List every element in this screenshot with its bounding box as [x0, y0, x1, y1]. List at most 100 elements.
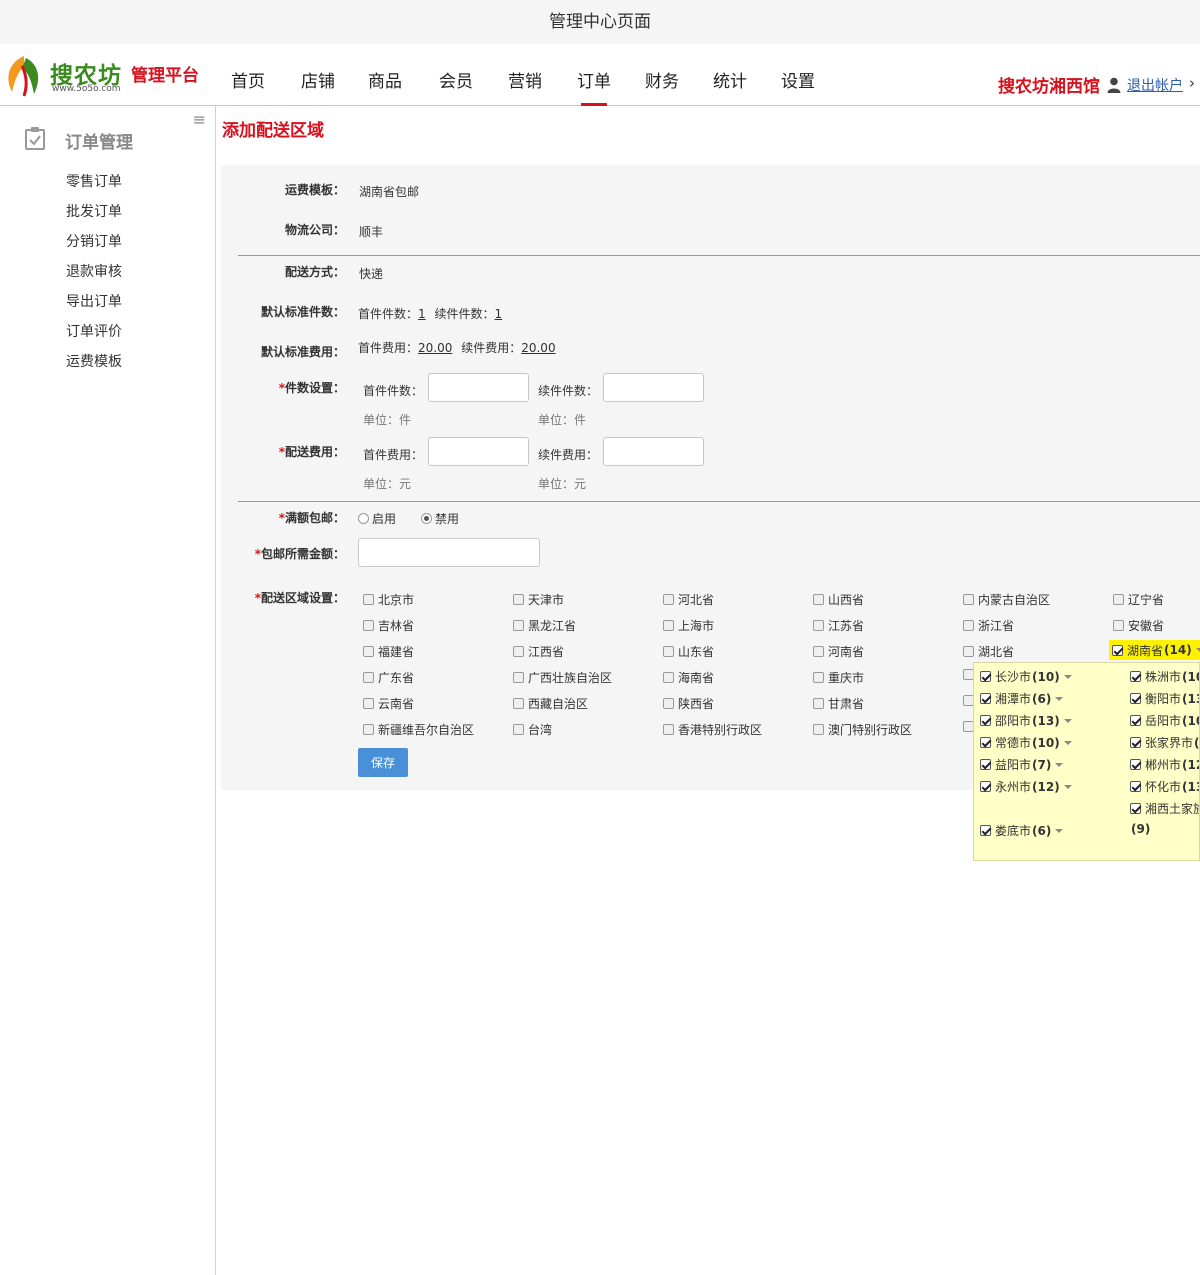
region-count: (14)	[1164, 643, 1192, 657]
region-checkbox[interactable]: 常德市 (10)	[980, 734, 1072, 751]
caret-down-icon[interactable]	[1063, 718, 1072, 723]
region-checkbox[interactable]: 山东省	[663, 643, 714, 660]
region-checkbox[interactable]: 香港特别行政区	[663, 721, 762, 738]
region-checkbox[interactable]: 澳门特别行政区	[813, 721, 912, 738]
region-checkbox[interactable]: 湖南省 (14)	[1109, 640, 1200, 660]
region-checkbox[interactable]: 云南省	[363, 695, 414, 712]
region-checkbox[interactable]: 北京市	[363, 591, 414, 608]
first-fee-input[interactable]	[428, 437, 529, 466]
caret-down-icon[interactable]	[1055, 762, 1064, 767]
nav-finance[interactable]: 财务	[628, 44, 696, 106]
region-checkbox[interactable]: 株洲市(10	[1130, 668, 1199, 685]
region-checkbox[interactable]: 岳阳市(10	[1130, 712, 1199, 729]
region-checkbox[interactable]: 陕西省	[663, 695, 714, 712]
nav-marketing[interactable]: 营销	[490, 44, 560, 106]
free-amount-label: *包邮所需金额：	[205, 545, 345, 562]
region-checkbox[interactable]: 湘西土家族	[1130, 800, 1199, 817]
region-checkbox[interactable]: 邵阳市 (13)	[980, 712, 1072, 729]
region-checkbox[interactable]: 湖北省	[963, 643, 1014, 660]
extra-count-unit: 单位：件	[538, 413, 587, 427]
caret-down-icon[interactable]	[1055, 696, 1064, 701]
nav-store[interactable]: 店铺	[283, 44, 353, 106]
region-checkbox-label: 辽宁省	[1128, 593, 1165, 607]
checkbox-icon	[363, 672, 374, 683]
brand-logo[interactable]: 搜农坊 www.5o5o.com	[2, 52, 127, 98]
region-checkbox[interactable]: 浙江省	[963, 617, 1014, 634]
region-checkbox[interactable]: 吉林省	[363, 617, 414, 634]
extra-count-input[interactable]	[603, 373, 704, 402]
region-checkbox[interactable]: 河南省	[813, 643, 864, 660]
nav-statistics[interactable]: 统计	[696, 44, 764, 106]
region-checkbox[interactable]: 台湾	[513, 721, 552, 738]
region-checkbox[interactable]: 安徽省	[1113, 617, 1164, 634]
save-button[interactable]: 保存	[358, 748, 408, 777]
region-checkbox[interactable]: 甘肃省	[813, 695, 864, 712]
nav-members[interactable]: 会员	[421, 44, 490, 106]
region-checkbox[interactable]: 辽宁省	[1113, 591, 1164, 608]
menu-toggle-icon[interactable]: ≡	[193, 110, 206, 129]
checkbox-checked-icon	[1130, 803, 1141, 814]
region-checkbox[interactable]: 永州市 (12)	[980, 778, 1072, 795]
region-checkbox[interactable]: 福建省	[363, 643, 414, 660]
checkbox-checked-icon	[980, 737, 991, 748]
region-checkbox[interactable]: 西藏自治区	[513, 695, 588, 712]
region-checkbox[interactable]: 娄底市 (6)	[980, 822, 1064, 839]
region-checkbox[interactable]: 衡阳市(13	[1130, 690, 1199, 707]
checkbox-icon	[363, 646, 374, 657]
caret-down-icon[interactable]	[1055, 828, 1064, 833]
free-amount-input[interactable]	[358, 538, 540, 567]
region-checkbox-label: 江西省	[528, 645, 565, 659]
nav-orders[interactable]: 订单	[560, 44, 628, 106]
checkbox-icon	[813, 594, 824, 605]
region-checkbox[interactable]: 广西壮族自治区	[513, 669, 612, 686]
radio-disable[interactable]: 禁用	[421, 510, 459, 527]
region-checkbox[interactable]: 益阳市 (7)	[980, 756, 1064, 773]
sidebar-item-shipping-templates[interactable]: 运费模板	[66, 351, 122, 371]
region-checkbox[interactable]: 海南省	[663, 669, 714, 686]
region-checkbox-label: 湖北省	[978, 645, 1015, 659]
region-checkbox[interactable]: 郴州市(12	[1130, 756, 1199, 773]
region-checkbox[interactable]: 上海市	[663, 617, 714, 634]
caret-down-icon[interactable]	[1063, 740, 1072, 745]
region-checkbox[interactable]: 广东省	[363, 669, 414, 686]
radio-enable[interactable]: 启用	[358, 510, 396, 527]
logout-link[interactable]: 退出帐户	[1127, 75, 1183, 95]
region-count: (10)	[1032, 735, 1060, 750]
sidebar-item-wholesale-orders[interactable]: 批发订单	[66, 201, 122, 221]
nav-home[interactable]: 首页	[213, 44, 283, 106]
default-fee-label: 默认标准费用：	[260, 345, 345, 359]
first-count-input[interactable]	[428, 373, 529, 402]
clipboard-check-icon	[25, 127, 45, 150]
region-checkbox[interactable]: 天津市	[513, 591, 564, 608]
region-checkbox[interactable]: 新疆维吾尔自治区	[363, 721, 474, 738]
extra-fee-input[interactable]	[603, 437, 704, 466]
sidebar-item-order-reviews[interactable]: 订单评价	[66, 321, 122, 341]
sidebar-item-distribution-orders[interactable]: 分销订单	[66, 231, 122, 251]
region-checkbox[interactable]: 江西省	[513, 643, 564, 660]
count-setting-text: 件数设置：	[284, 381, 345, 395]
checkbox-icon	[513, 672, 524, 683]
sidebar-item-export-orders[interactable]: 导出订单	[66, 291, 122, 311]
region-checkbox[interactable]: 张家界市(5	[1130, 734, 1199, 751]
region-checkbox[interactable]: 怀化市(13	[1130, 778, 1199, 795]
method-value: 快递	[359, 267, 384, 281]
nav-settings[interactable]: 设置	[764, 44, 832, 106]
sidebar-item-refund-review[interactable]: 退款审核	[66, 261, 122, 281]
free-ship-label: *满额包邮：	[205, 509, 345, 526]
region-checkbox[interactable]: 江苏省	[813, 617, 864, 634]
region-checkbox[interactable]: 山西省	[813, 591, 864, 608]
caret-down-icon[interactable]	[1195, 648, 1200, 652]
sidebar-item-retail-orders[interactable]: 零售订单	[66, 171, 122, 191]
user-icon	[1107, 77, 1121, 93]
region-checkbox[interactable]: 湘潭市 (6)	[980, 690, 1064, 707]
region-checkbox[interactable]: 黑龙江省	[513, 617, 576, 634]
region-checkbox[interactable]: 河北省	[663, 591, 714, 608]
region-checkbox[interactable]: 内蒙古自治区	[963, 591, 1050, 608]
region-checkbox[interactable]: 重庆市	[813, 669, 864, 686]
nav-products[interactable]: 商品	[353, 44, 421, 106]
caret-down-icon[interactable]	[1063, 674, 1072, 679]
caret-down-icon[interactable]	[1063, 784, 1072, 789]
checkbox-icon	[663, 672, 674, 683]
region-checkbox[interactable]: 长沙市 (10)	[980, 668, 1072, 685]
checkbox-icon	[363, 724, 374, 735]
